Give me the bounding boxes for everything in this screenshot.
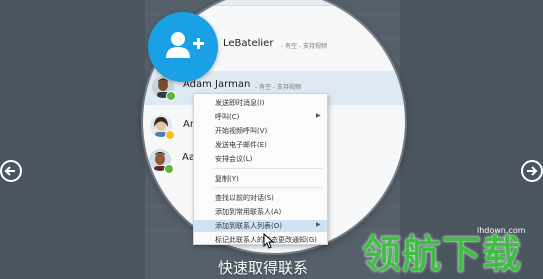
menu-item-label: 开始视频呼叫(V) xyxy=(215,127,268,135)
close-icon[interactable]: ✕ xyxy=(381,0,389,2)
left-background-panel xyxy=(0,0,145,279)
slide-caption: 快速取得联系 xyxy=(218,259,309,277)
menu-item-send-im[interactable]: 发送即时消息(I) xyxy=(194,97,327,109)
menu-item-tag-status[interactable]: 标记此联系人的状态更改通知(G) xyxy=(194,234,327,244)
menu-item-label: 复制(Y) xyxy=(215,175,239,183)
menu-item-send-email[interactable]: 发送电子邮件(E) xyxy=(194,139,327,151)
submenu-arrow-icon: ▶ xyxy=(316,112,321,119)
prev-slide-button[interactable] xyxy=(0,160,22,182)
next-slide-button[interactable] xyxy=(521,160,543,182)
menu-item-copy[interactable]: 复制(Y) xyxy=(194,173,327,185)
menu-item-add-favorites[interactable]: 添加到常用联系人(A) xyxy=(194,206,327,218)
caret-down-icon[interactable]: ▼ xyxy=(151,0,156,1)
contact-name: LeBatelier xyxy=(223,38,274,49)
menu-item-label: 添加到常用联系人(A) xyxy=(215,208,282,216)
presence-available-icon xyxy=(164,164,174,174)
presence-available-icon xyxy=(166,91,176,101)
menu-item-label: 呼叫(C) xyxy=(215,113,240,121)
menu-item-schedule-meeting[interactable]: 安排会议(L) xyxy=(194,153,327,165)
menu-item-label: 查找以前的对话(S) xyxy=(215,194,274,202)
menu-item-add-to-contact-list[interactable]: 添加到联系人列表(O) ▶ xyxy=(194,220,327,232)
menu-separator xyxy=(213,187,323,188)
menu-separator xyxy=(213,168,323,169)
menu-item-label: 安排会议(L) xyxy=(215,155,253,163)
add-contact-button[interactable] xyxy=(148,12,218,82)
screenshot-stage: ▼ ✕ LeBatelier - 有空 - 支持视频 Adam Jarman -… xyxy=(0,0,543,279)
menu-item-video-call[interactable]: 开始视频呼叫(V) xyxy=(194,125,327,137)
submenu-arrow-icon: ▶ xyxy=(316,221,321,228)
menu-item-label: 添加到联系人列表(O) xyxy=(215,222,282,230)
lens-top-bar: ▼ ✕ xyxy=(143,0,405,6)
menu-item-label: 发送即时消息(I) xyxy=(215,99,265,107)
presence-away-icon xyxy=(165,130,175,140)
watermark-url: lhdown.com xyxy=(477,226,526,235)
contact-status: - 有空 - 支持视频 xyxy=(281,43,328,50)
context-menu: 发送即时消息(I) 呼叫(C) ▶ 开始视频呼叫(V) 发送电子邮件(E) 安排… xyxy=(193,93,328,245)
menu-item-call[interactable]: 呼叫(C) ▶ xyxy=(194,111,327,123)
menu-item-find-conversations[interactable]: 查找以前的对话(S) xyxy=(194,192,327,204)
mouse-pointer-icon xyxy=(263,233,275,249)
add-contact-icon xyxy=(166,32,204,58)
arrow-right-icon xyxy=(527,166,538,176)
arrow-left-icon xyxy=(4,166,15,176)
menu-item-label: 发送电子邮件(E) xyxy=(215,141,267,149)
contact-status: - 有空 - 支持视频 xyxy=(255,84,302,91)
